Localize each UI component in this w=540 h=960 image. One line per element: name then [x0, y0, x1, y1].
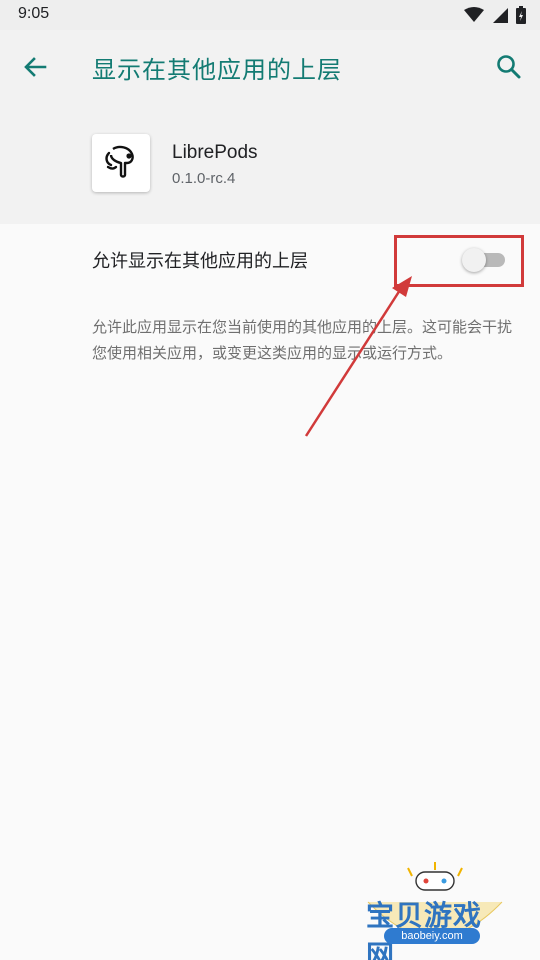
back-button[interactable]: [20, 52, 50, 82]
watermark-title: 宝贝游戏网: [366, 899, 483, 960]
page-title: 显示在其他应用的上层: [92, 56, 342, 84]
app-version: 0.1.0-rc.4: [172, 170, 236, 187]
status-bar: 9:05: [0, 0, 540, 30]
app-bar: 显示在其他应用的上层: [0, 30, 540, 102]
battery-icon: [516, 6, 526, 28]
wifi-icon: [464, 7, 484, 27]
airpods-icon: [105, 145, 134, 178]
app-header: LibrePods 0.1.0-rc.4: [0, 102, 540, 224]
search-button[interactable]: [494, 52, 524, 82]
permission-description: 允许此应用显示在您当前使用的其他应用的上层。这可能会干扰您使用相关应用，或变更这…: [92, 318, 513, 362]
watermark-url: baobeiy.com: [384, 928, 480, 944]
app-icon: [92, 134, 150, 192]
screen: 9:05 显示在其他应用的上层 LibrePods 0.1.0-rc.4 允许显…: [0, 0, 540, 960]
back-arrow-icon: [24, 57, 47, 77]
search-icon: [497, 55, 521, 79]
app-name: LibrePods: [172, 142, 258, 163]
signal-icon: [492, 7, 508, 27]
annotation-highlight-box: [394, 235, 524, 287]
watermark: 宝贝游戏网 baobeiy.com: [360, 862, 510, 960]
status-icons: [464, 6, 526, 28]
status-time: 9:05: [18, 5, 50, 22]
overlay-permission-label: 允许显示在其他应用的上层: [92, 251, 308, 272]
